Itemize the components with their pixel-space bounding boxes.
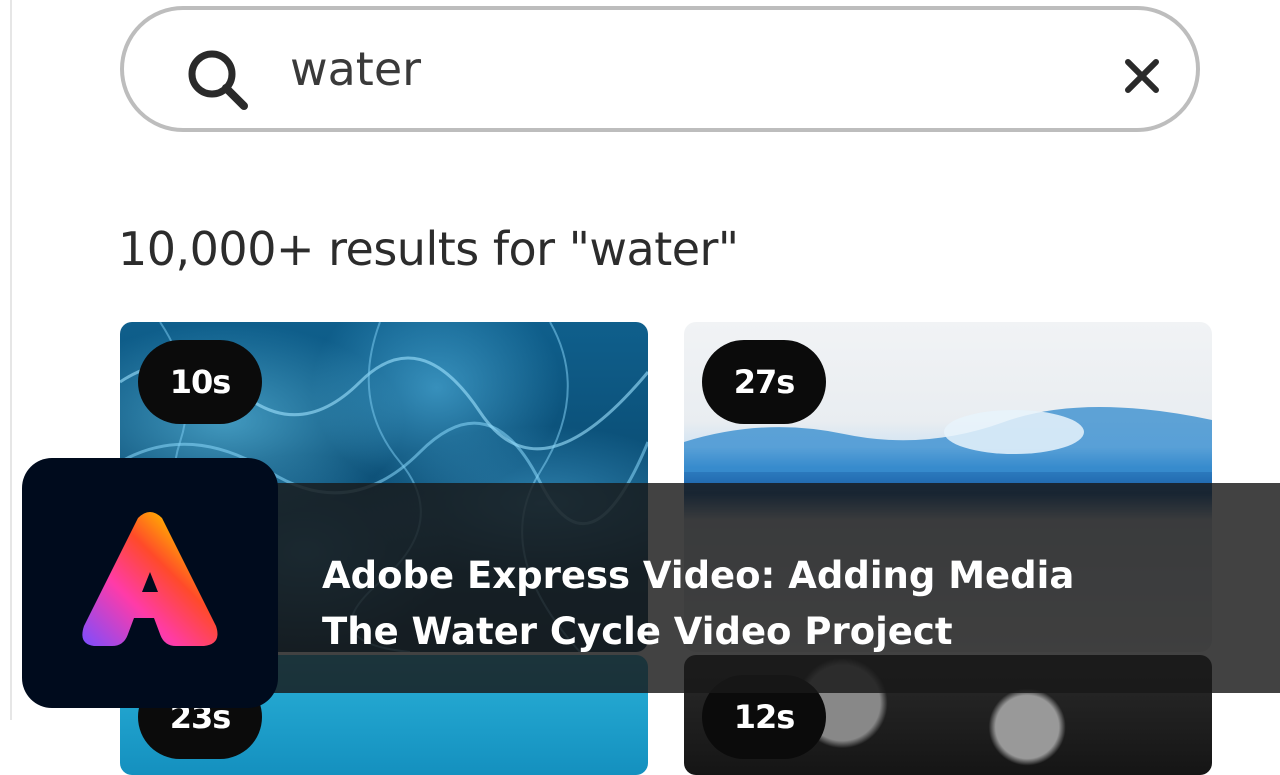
duration-badge: 27s — [702, 340, 826, 424]
panel-divider — [10, 0, 12, 720]
video-caption: Adobe Express Video: Adding Media The Wa… — [322, 548, 1074, 660]
duration-badge: 10s — [138, 340, 262, 424]
caption-line-1: Adobe Express Video: Adding Media — [322, 554, 1075, 597]
search-input[interactable]: water — [290, 42, 421, 96]
search-bar[interactable]: water — [120, 6, 1200, 132]
adobe-express-logo — [22, 458, 278, 708]
caption-line-2: The Water Cycle Video Project — [322, 610, 953, 653]
search-icon — [188, 50, 248, 110]
close-icon[interactable] — [1122, 56, 1162, 96]
results-count: 10,000+ results for "water" — [118, 222, 739, 276]
adobe-express-logo-icon — [82, 512, 218, 646]
